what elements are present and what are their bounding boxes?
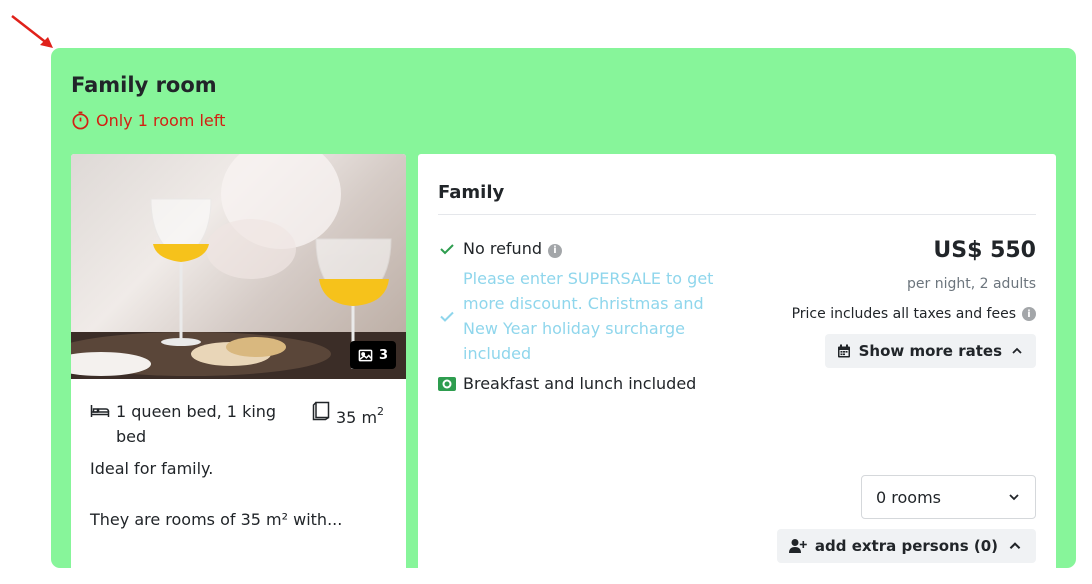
meal-plan: Breakfast and lunch included	[438, 371, 738, 396]
add-extra-persons-label: add extra persons (0)	[814, 537, 998, 555]
rooms-select[interactable]: 0 rooms	[861, 475, 1036, 519]
utensils-icon	[438, 377, 456, 391]
room-size: 35 m2	[312, 399, 384, 430]
price-note: per night, 2 adults	[907, 276, 1036, 292]
info-icon[interactable]: i	[1022, 307, 1036, 321]
rooms-select-value: 0 rooms	[876, 487, 941, 507]
meal-plan-text: Breakfast and lunch included	[463, 374, 697, 393]
room-title: Family room	[71, 73, 217, 97]
show-more-rates-button[interactable]: Show more rates	[824, 334, 1036, 368]
room-description: Ideal for family.	[90, 459, 214, 478]
room-size-unit-exponent: 2	[377, 405, 385, 418]
room-details-panel: 3 1 queen bed, 1 king bed 35 m2 Ideal fo…	[71, 154, 406, 584]
check-icon	[440, 311, 454, 322]
chevron-up-icon	[1012, 347, 1022, 354]
taxes-note-text: Price includes all taxes and fees	[791, 306, 1016, 322]
room-size-value: 35 m	[336, 408, 378, 427]
add-extra-persons-button[interactable]: add extra persons (0)	[776, 529, 1036, 563]
chevron-down-icon	[1009, 494, 1019, 501]
bed-info-text: 1 queen bed, 1 king bed	[116, 402, 277, 446]
room-photo[interactable]: 3	[71, 154, 406, 379]
stopwatch-icon	[72, 111, 89, 130]
refund-policy-text: No refund	[463, 239, 542, 258]
taxes-note: Price includes all taxes and fees i	[792, 306, 1036, 322]
room-card: Family room Only 1 room left 3 1 queen b…	[51, 48, 1076, 584]
availability-text: Only 1 room left	[96, 111, 226, 130]
availability-notice: Only 1 room left	[71, 111, 225, 130]
room-size-icon	[312, 401, 330, 421]
bed-icon	[90, 405, 110, 417]
room-description-more: They are rooms of 35 m² with...	[90, 510, 343, 529]
promo-note: Please enter SUPERSALE to get more disco…	[438, 266, 738, 366]
show-more-rates-label: Show more rates	[858, 342, 1002, 360]
calendar-icon	[837, 344, 850, 358]
image-icon	[358, 349, 373, 361]
price-amount: US$ 550	[933, 238, 1036, 263]
check-icon	[440, 244, 454, 255]
chevron-up-icon	[1009, 542, 1021, 550]
rate-name: Family	[438, 182, 505, 203]
pointer-arrow	[11, 15, 53, 48]
user-plus-icon	[788, 539, 807, 553]
photo-count: 3	[378, 347, 388, 363]
promo-note-text: Please enter SUPERSALE to get more disco…	[463, 269, 714, 363]
refund-policy: No refund i	[438, 236, 738, 261]
info-icon[interactable]: i	[547, 243, 562, 258]
rate-panel: Family No refund i Please enter SUPERSALE…	[418, 154, 1056, 584]
bed-info: 1 queen bed, 1 king bed	[90, 399, 305, 449]
rate-divider	[438, 214, 1036, 215]
photo-count-badge[interactable]: 3	[349, 341, 396, 369]
